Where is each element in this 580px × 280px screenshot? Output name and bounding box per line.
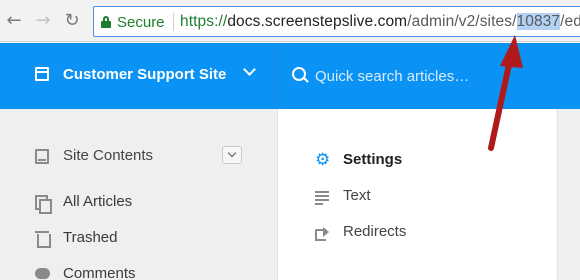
url-text[interactable]: https://docs.screenstepslive.com/admin/v… [180,13,580,31]
site-selector[interactable]: Customer Support Site [0,43,278,109]
reload-icon[interactable]: ↻ [62,11,82,31]
collapse-toggle-button[interactable] [222,146,242,164]
search-bar [279,43,580,109]
book-icon [35,149,49,164]
settings-nav-label: Settings [343,151,403,168]
forward-arrow-icon[interactable]: → [33,11,53,31]
browser-toolbar: ← → ↻ Secure https://docs.screenstepsliv… [0,0,580,42]
comment-icon [35,267,50,280]
settings-nav: ⚙ Settings Text Redirects [279,109,557,280]
text-lines-icon [315,189,330,205]
chevron-down-icon[interactable] [243,65,255,77]
sidebar-item-label: All Articles [63,193,133,210]
copy-icon [35,195,52,214]
left-sidebar: Site Contents All Articles Trashed Comme… [0,109,278,280]
url-path-prefix: /admin/v2/sites/ [407,13,517,30]
back-arrow-icon[interactable]: ← [4,11,24,31]
url-host: docs.screenstepslive.com [227,13,408,30]
settings-nav-label: Redirects [343,223,407,240]
gear-icon: ⚙ [315,150,331,170]
app-header: Customer Support Site [0,43,580,109]
redirect-icon [315,225,330,241]
sidebar-item-label: Trashed [63,229,118,246]
secure-label: Secure [117,14,165,31]
url-path-suffix: /edit [560,13,580,30]
search-icon [292,67,308,83]
search-input[interactable] [315,63,565,89]
settings-nav-label: Text [343,187,371,204]
site-window-icon [35,67,49,81]
url-scheme: https:// [180,13,228,30]
url-site-id-highlight: 10837 [516,13,561,30]
content-edge [557,109,580,280]
address-bar[interactable]: Secure https://docs.screenstepslive.com/… [93,6,580,37]
sidebar-item-label: Site Contents [63,147,154,164]
site-name: Customer Support Site [63,66,227,83]
trash-icon [35,231,51,248]
url-separator [173,13,174,31]
sidebar-item-label: Comments [63,265,136,280]
lock-icon [101,16,111,28]
